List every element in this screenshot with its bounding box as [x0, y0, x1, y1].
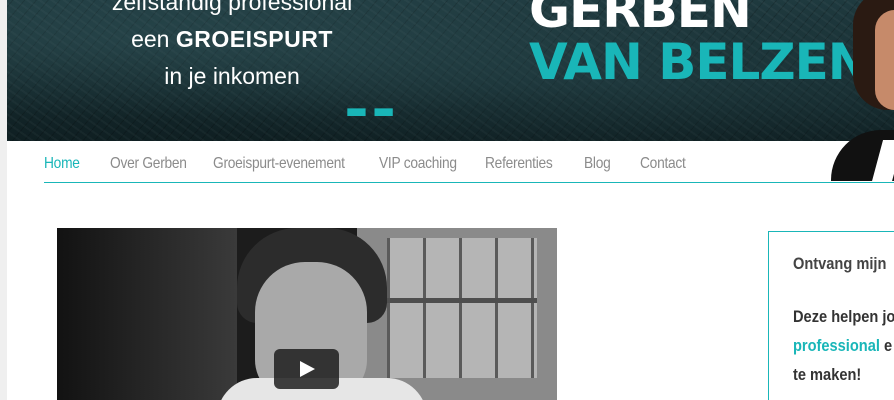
brand-first-name: GERBEN: [529, 0, 752, 39]
nav-item-blog[interactable]: Blog: [584, 155, 611, 173]
brand-logo[interactable]: GERBEN VAN BELZEN: [529, 0, 870, 91]
optin-line-3: te maken!: [793, 365, 862, 384]
nav-item-contact[interactable]: Contact: [640, 155, 686, 173]
nav-item-groeispurt-evenement[interactable]: Groeispurt-evenement: [213, 155, 345, 173]
optin-box: Ontvang mijn Deze helpen jo professional…: [768, 231, 894, 400]
nav-item-referenties[interactable]: Referenties: [485, 155, 553, 173]
video-background-left: [57, 228, 237, 400]
video-window-bar: [387, 298, 537, 303]
optin-title: Ontvang mijn: [793, 254, 887, 273]
portrait-face: [875, 10, 894, 110]
quote-mark-icon: „: [334, 36, 407, 116]
tagline-line-2-strong: GROEISPURT: [175, 26, 333, 52]
video-player[interactable]: [57, 228, 557, 400]
optin-line-2: professional e: [793, 331, 894, 360]
optin-line-2-rest: e: [879, 336, 893, 355]
brand-last-name: VAN BELZEN: [529, 33, 870, 91]
optin-line-1: Deze helpen jo: [793, 307, 894, 326]
play-button[interactable]: [274, 349, 339, 389]
video-window: [387, 238, 537, 378]
play-icon: [300, 361, 315, 377]
nav-item-over-gerben[interactable]: Over Gerben: [110, 155, 187, 173]
main-navigation: Home Over Gerben Groeispurt-evenement VI…: [44, 141, 894, 183]
optin-line-2-accent: professional: [793, 336, 880, 355]
page-left-strip: [0, 0, 7, 400]
header-banner: zelfstandig professional een GROEISPURT …: [7, 0, 894, 141]
optin-body: Deze helpen jo professional e te maken!: [793, 302, 894, 389]
tagline-line-2-prefix: een: [131, 26, 176, 52]
tagline-line-1: zelfstandig professional: [111, 0, 353, 15]
nav-item-vip-coaching[interactable]: VIP coaching: [379, 155, 457, 173]
nav-item-home[interactable]: Home: [44, 155, 80, 173]
